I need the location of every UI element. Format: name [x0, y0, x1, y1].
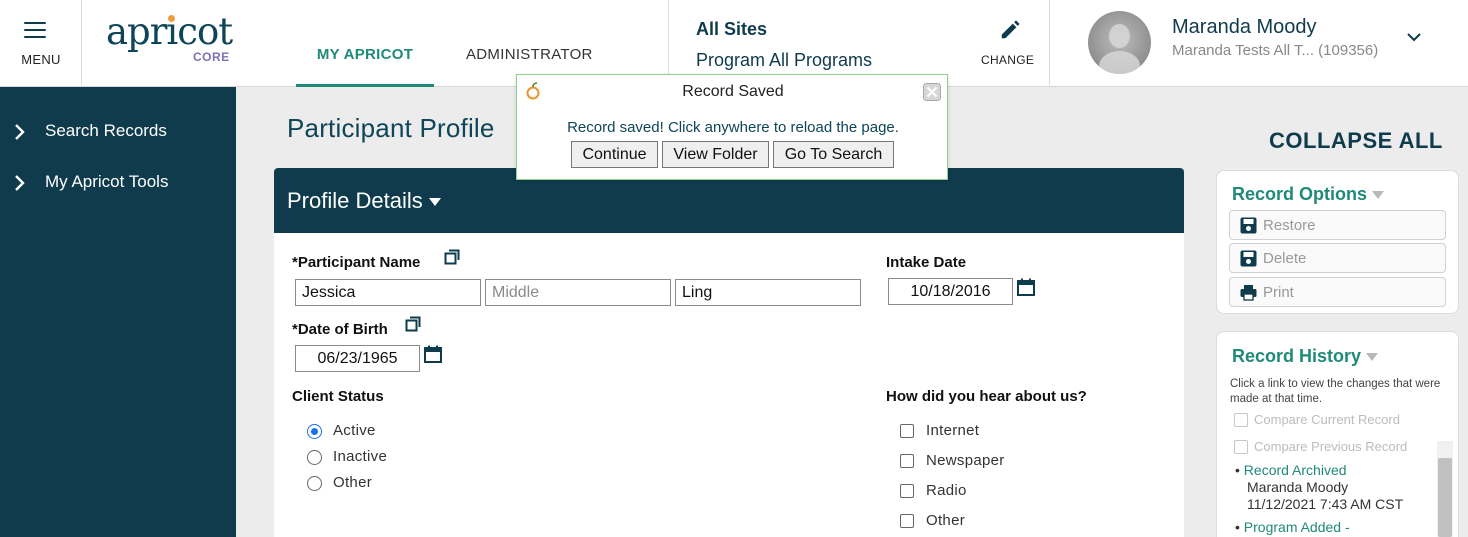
- view-folder-button[interactable]: View Folder: [662, 141, 769, 168]
- record-saved-dialog[interactable]: Record Saved Record saved! Click anywher…: [516, 74, 948, 180]
- history-entry: • Program Added -: [1235, 519, 1350, 535]
- collapse-all-button[interactable]: COLLAPSE ALL: [1269, 128, 1443, 154]
- calendar-icon[interactable]: [1017, 278, 1035, 296]
- print-button[interactable]: Print: [1229, 277, 1446, 307]
- tab-administrator[interactable]: ADMINISTRATOR: [466, 46, 593, 63]
- logo-dot-icon: [168, 15, 175, 22]
- chevron-down-icon[interactable]: [1406, 31, 1422, 43]
- history-user: Maranda Moody: [1247, 479, 1349, 495]
- avatar[interactable]: [1088, 11, 1151, 74]
- caret-down-icon: [1372, 191, 1385, 200]
- printer-icon: [1240, 285, 1257, 301]
- record-history-card: Record History Click a link to view the …: [1216, 331, 1459, 537]
- middle-name-input[interactable]: [485, 279, 671, 306]
- dob-input[interactable]: [295, 345, 420, 372]
- scrollbar-thumb[interactable]: [1438, 458, 1452, 537]
- user-org: Maranda Tests All T... (109356): [1172, 42, 1379, 59]
- dialog-title: Record Saved: [682, 83, 784, 100]
- menu-label: MENU: [21, 52, 61, 67]
- history-link[interactable]: Program Added -: [1244, 519, 1350, 535]
- client-status-label: Client Status: [292, 388, 384, 405]
- history-time: 11/12/2021 7:43 AM CST: [1247, 496, 1404, 512]
- hamburger-icon: [24, 22, 46, 43]
- intake-date-label: Intake Date: [886, 254, 967, 271]
- restore-button[interactable]: Restore: [1229, 210, 1446, 240]
- first-name-input[interactable]: [295, 279, 481, 306]
- calendar-icon[interactable]: [424, 345, 442, 363]
- last-name-input[interactable]: [675, 279, 861, 306]
- section-title: Profile Details: [287, 188, 441, 214]
- intake-date-input[interactable]: [888, 278, 1013, 305]
- chevron-right-icon: [15, 175, 25, 191]
- site-program: Program All Programs: [696, 50, 873, 70]
- tab-my-apricot[interactable]: MY APRICOT: [296, 46, 434, 87]
- dob-label: *Date of Birth: [292, 321, 388, 338]
- change-button[interactable]: CHANGE: [981, 53, 1034, 67]
- sidebar: Search Records My Apricot Tools: [0, 87, 236, 537]
- menu-button[interactable]: MENU: [0, 0, 82, 87]
- history-link[interactable]: Record Archived: [1244, 462, 1347, 478]
- copy-icon[interactable]: [405, 316, 421, 332]
- page-title: Participant Profile: [287, 113, 495, 143]
- record-options-card: Record Options Restore Delete Print: [1216, 170, 1459, 314]
- participant-name-label: *Participant Name: [292, 254, 421, 271]
- dialog-message: Record saved! Click anywhere to reload t…: [567, 119, 899, 136]
- save-icon: [1240, 250, 1257, 267]
- sidebar-item-label: My Apricot Tools: [45, 172, 169, 191]
- hear-about-label: How did you hear about us?: [886, 388, 1087, 405]
- profile-details-panel: Profile Details *Participant Name Intake…: [274, 168, 1184, 537]
- record-options-title[interactable]: Record Options: [1232, 184, 1385, 205]
- caret-down-icon: [1366, 353, 1379, 362]
- caret-down-icon: [428, 198, 441, 207]
- sidebar-item-label: Search Records: [45, 121, 167, 140]
- record-history-title[interactable]: Record History: [1232, 346, 1379, 367]
- save-icon: [1240, 217, 1257, 234]
- history-note: Click a link to view the changes that we…: [1230, 378, 1441, 405]
- continue-button[interactable]: Continue: [571, 141, 658, 168]
- pencil-icon[interactable]: [999, 17, 1021, 43]
- history-entry: • Record Archived Maranda Moody 11/12/20…: [1235, 462, 1404, 512]
- close-icon[interactable]: [923, 83, 941, 101]
- user-name[interactable]: Maranda Moody: [1172, 16, 1317, 39]
- go-to-search-button[interactable]: Go To Search: [773, 141, 894, 168]
- site-title: All Sites: [696, 19, 768, 39]
- apricot-logo[interactable]: apricot CORE: [106, 12, 236, 72]
- delete-button[interactable]: Delete: [1229, 243, 1446, 273]
- chevron-right-icon: [15, 124, 25, 140]
- copy-icon[interactable]: [444, 249, 460, 265]
- logo-sub: CORE: [193, 50, 230, 64]
